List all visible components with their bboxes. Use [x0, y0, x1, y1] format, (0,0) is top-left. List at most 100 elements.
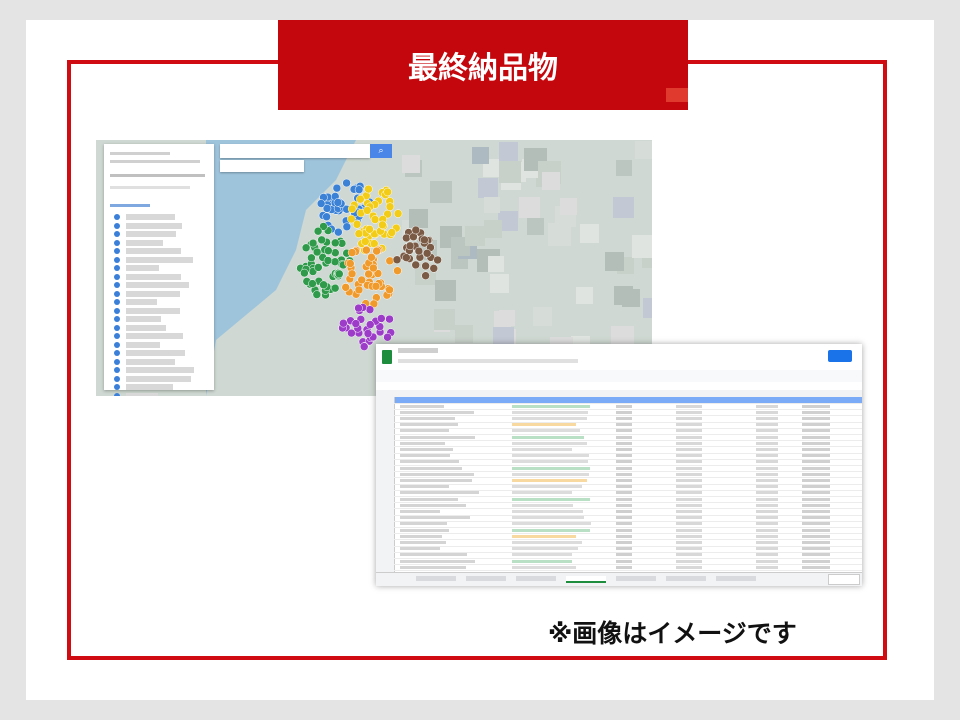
map-marker[interactable] [371, 282, 381, 291]
sheet-cell[interactable] [512, 491, 572, 495]
sheet-cell[interactable] [400, 423, 458, 427]
sheet-cell[interactable] [676, 485, 702, 489]
sheet-cell[interactable] [802, 547, 830, 551]
map-marker[interactable] [300, 268, 309, 278]
sheet-cell[interactable] [512, 559, 572, 563]
sheet-cell[interactable] [676, 565, 702, 569]
sheet-tab[interactable] [716, 576, 756, 581]
map-marker[interactable] [383, 332, 392, 342]
sheet-cell[interactable] [756, 553, 778, 557]
map-marker[interactable] [405, 241, 415, 251]
map-marker[interactable] [342, 178, 351, 188]
sheet-cell[interactable] [802, 472, 830, 476]
sheet-cell[interactable] [802, 454, 830, 458]
map-marker[interactable] [359, 342, 369, 351]
map-marker[interactable] [361, 237, 370, 246]
map-marker[interactable] [330, 257, 340, 267]
sheet-cell[interactable] [512, 565, 576, 569]
sheet-cell[interactable] [400, 522, 447, 526]
map-marker[interactable] [433, 255, 442, 265]
map-marker[interactable] [392, 255, 402, 265]
sheet-tab[interactable] [566, 576, 606, 583]
map-marker[interactable] [352, 220, 362, 229]
map-marker[interactable] [363, 206, 372, 215]
sheet-cell[interactable] [616, 410, 632, 414]
sheet-cell[interactable] [676, 466, 702, 470]
sheet-cell[interactable] [756, 441, 778, 445]
map-marker[interactable] [347, 328, 356, 338]
map-marker[interactable] [385, 202, 395, 211]
sheet-cell[interactable] [616, 516, 632, 520]
map-marker[interactable] [354, 229, 364, 238]
map-marker[interactable] [308, 279, 317, 288]
sheet-cell[interactable] [512, 429, 580, 433]
sheet-tab[interactable] [666, 576, 706, 581]
sheet-cell[interactable] [802, 528, 830, 532]
sheet-cell[interactable] [512, 534, 576, 538]
map-marker[interactable] [335, 269, 344, 279]
map-marker[interactable] [342, 222, 352, 232]
map-marker[interactable] [420, 235, 429, 245]
sheet-cell[interactable] [512, 460, 588, 464]
sheet-cell[interactable] [676, 454, 702, 458]
sheet-cell[interactable] [512, 447, 572, 451]
map-marker[interactable] [377, 314, 386, 323]
map-marker[interactable] [422, 249, 432, 258]
map-marker[interactable] [317, 235, 326, 245]
sheet-cell[interactable] [676, 491, 702, 495]
sheet-cell[interactable] [756, 404, 778, 408]
sheet-cell[interactable] [676, 516, 702, 520]
sheet-cell[interactable] [802, 410, 830, 414]
sheet-cell[interactable] [400, 509, 440, 513]
sheet-cell[interactable] [756, 447, 778, 451]
sheet-cell[interactable] [676, 534, 702, 538]
sheet-cell[interactable] [616, 534, 632, 538]
sheet-cell[interactable] [756, 478, 778, 482]
map-marker[interactable] [365, 305, 375, 314]
sheet-cell[interactable] [616, 478, 632, 482]
sheet-cell[interactable] [512, 528, 590, 532]
sheet-cell[interactable] [400, 497, 458, 501]
sheet-cell[interactable] [616, 485, 632, 489]
sheet-cell[interactable] [400, 503, 466, 507]
sheet-cell[interactable] [512, 540, 582, 544]
sheet-cell[interactable] [400, 441, 445, 445]
sheet-cell[interactable] [616, 522, 632, 526]
map-marker[interactable] [347, 204, 357, 214]
sheet-cell[interactable] [512, 509, 583, 513]
share-button[interactable] [828, 350, 852, 362]
sheet-cell[interactable] [400, 435, 475, 439]
sheet-cell[interactable] [676, 423, 702, 427]
sheet-cell[interactable] [756, 497, 778, 501]
sheet-tab[interactable] [616, 576, 656, 581]
map-marker[interactable] [378, 220, 387, 230]
map-marker[interactable] [385, 256, 395, 266]
map-marker[interactable] [333, 198, 343, 207]
map-marker[interactable] [351, 319, 361, 328]
map-search-input[interactable] [220, 144, 370, 158]
map-marker[interactable] [339, 318, 348, 328]
sheet-cell[interactable] [512, 472, 589, 476]
sheet-cell[interactable] [756, 435, 778, 439]
sheet-cell[interactable] [802, 429, 830, 433]
sheet-cell[interactable] [616, 404, 632, 408]
sheet-cell[interactable] [512, 435, 584, 439]
sheet-cell[interactable] [512, 416, 587, 420]
sheet-cell[interactable] [676, 540, 702, 544]
sheet-cell[interactable] [400, 410, 474, 414]
sheet-cell[interactable] [756, 429, 778, 433]
sheet-tab[interactable] [416, 576, 456, 581]
map-marker[interactable] [356, 194, 365, 204]
sheet-cell[interactable] [512, 423, 576, 427]
sheet-cell[interactable] [616, 509, 632, 513]
map-marker[interactable] [322, 212, 331, 222]
sheet-tab[interactable] [516, 576, 556, 581]
sheet-cell[interactable] [756, 534, 778, 538]
sheet-cell[interactable] [756, 503, 778, 507]
sheet-cell[interactable] [676, 509, 702, 513]
sheet-cell[interactable] [802, 485, 830, 489]
sheet-cell[interactable] [616, 423, 632, 427]
sheet-cell[interactable] [802, 559, 830, 563]
sheet-cell[interactable] [802, 540, 830, 544]
map-marker[interactable] [316, 199, 326, 208]
